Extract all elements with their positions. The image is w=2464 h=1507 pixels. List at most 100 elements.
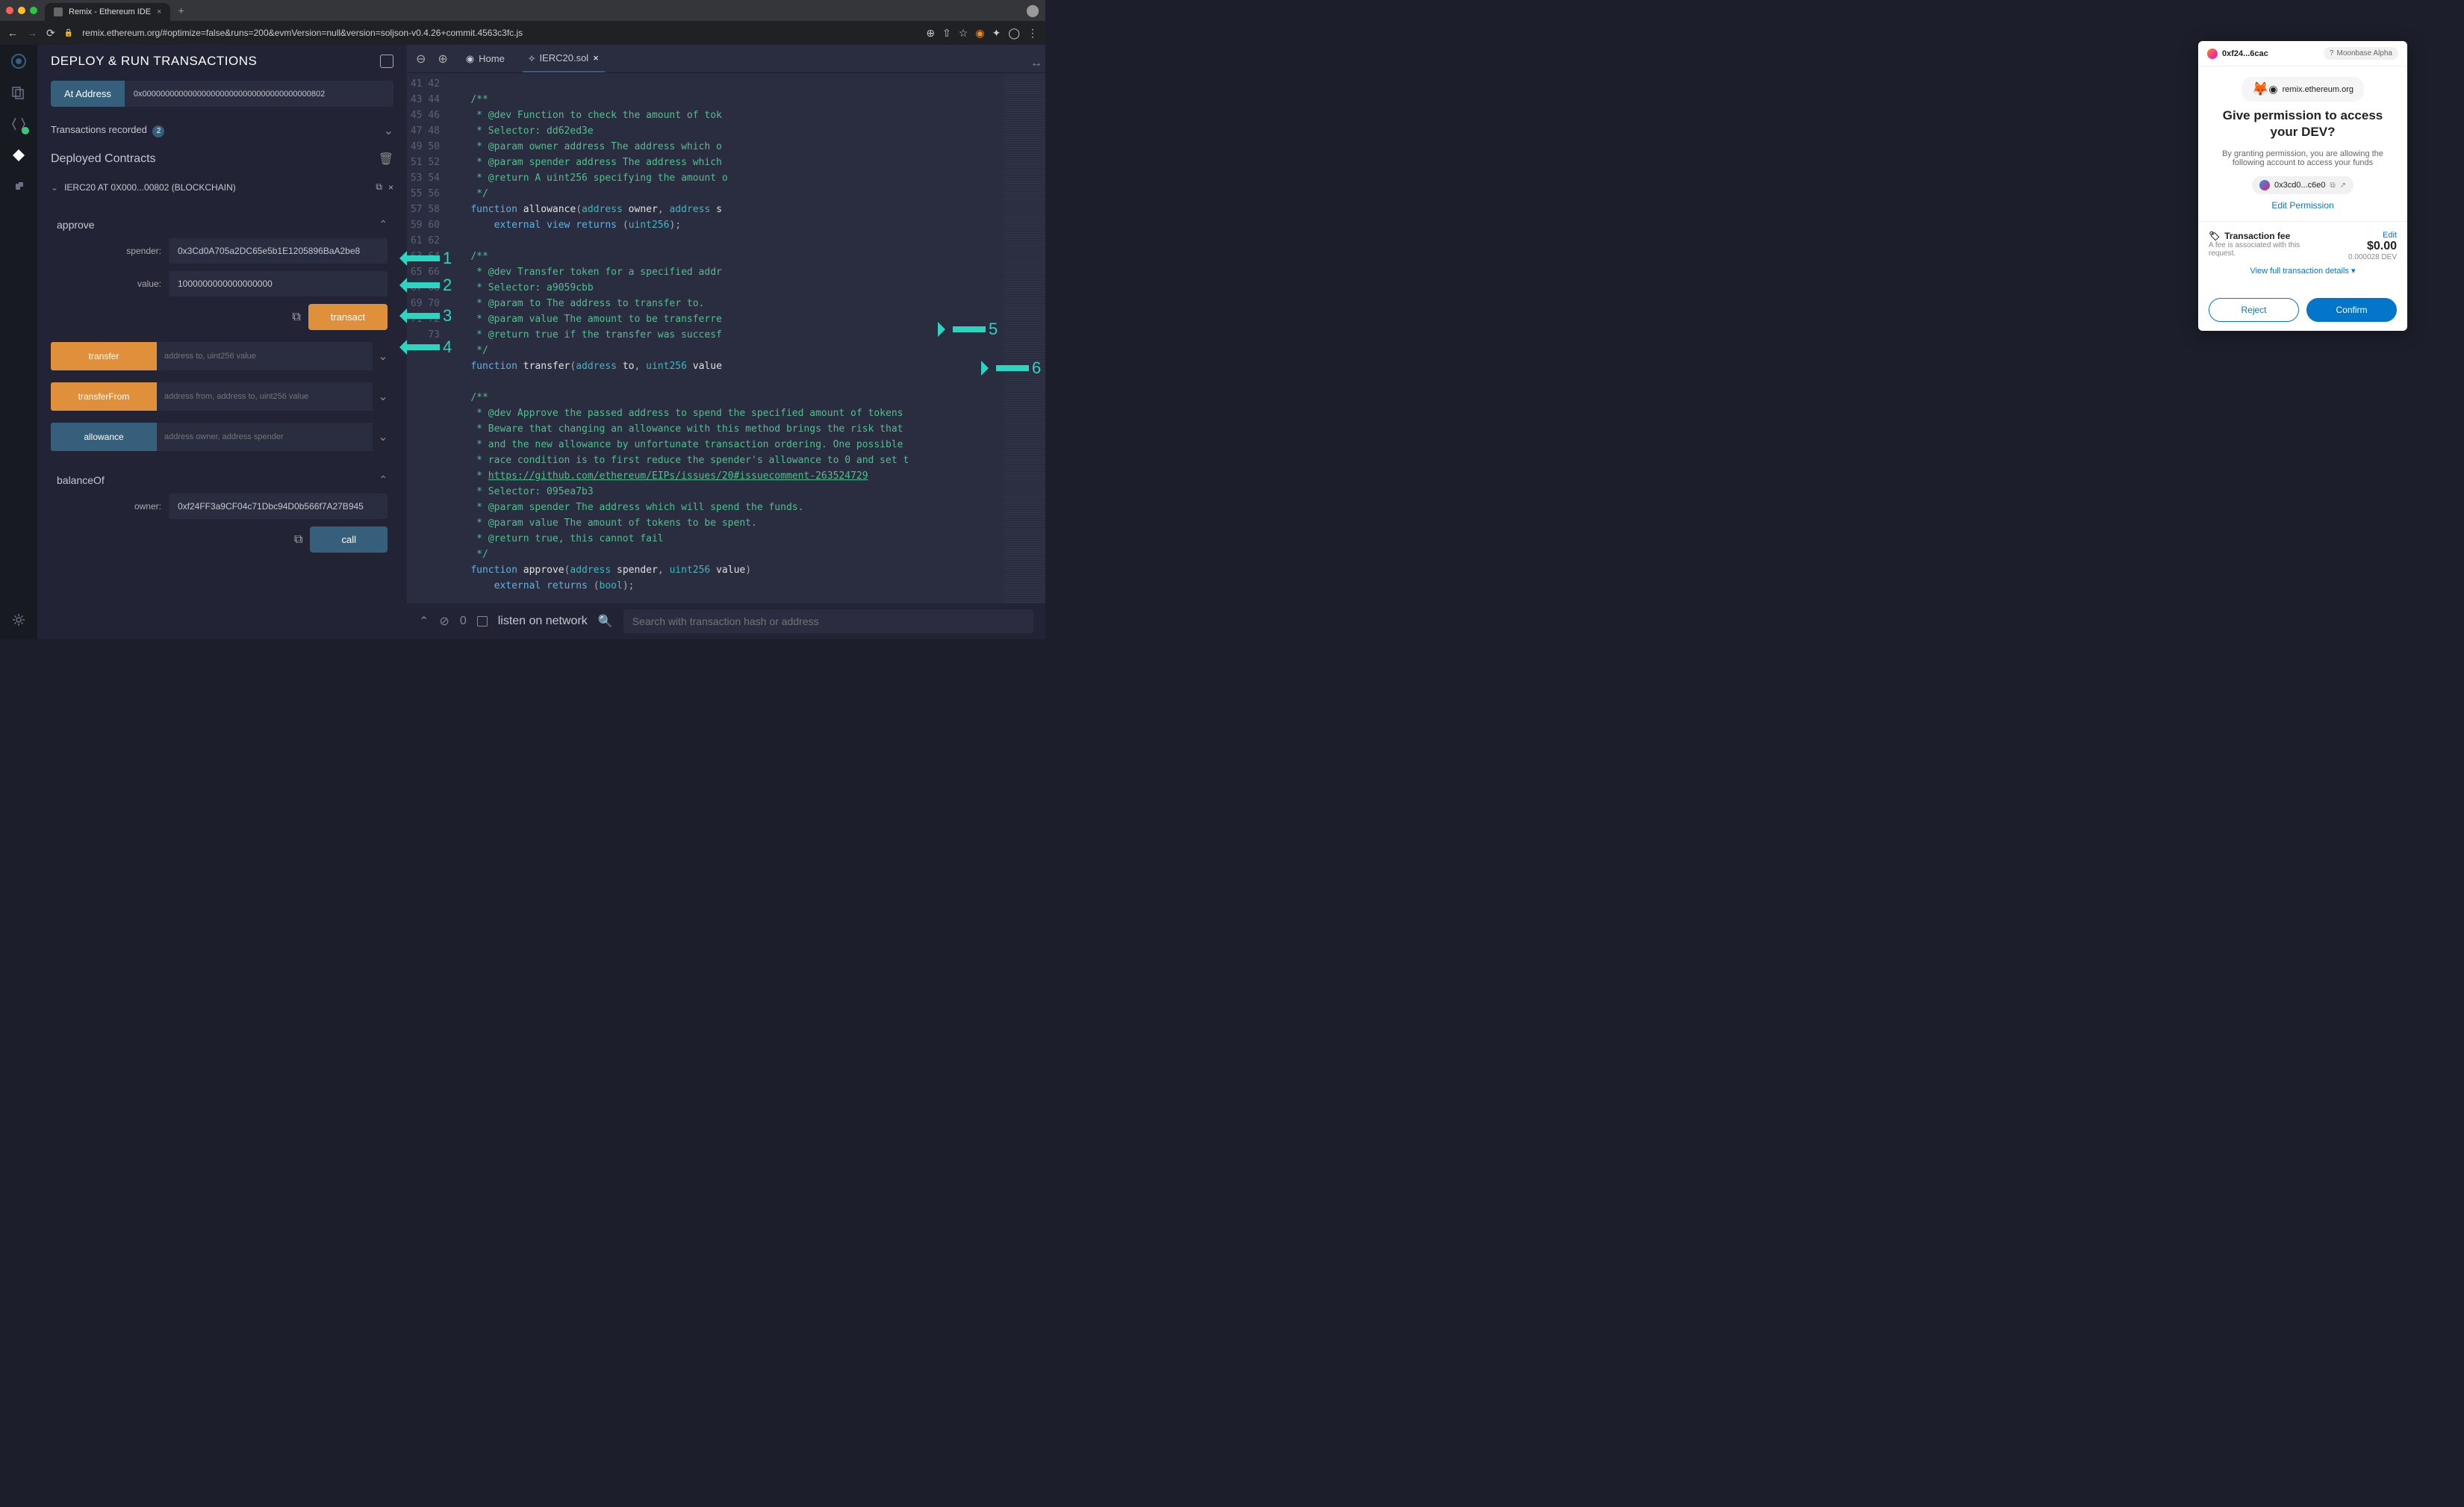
- home-tab[interactable]: ◉ Home: [460, 45, 511, 72]
- approve-header[interactable]: approve ⌃: [57, 211, 388, 238]
- menu-icon[interactable]: ⋮: [1027, 27, 1038, 40]
- terminal-collapse-icon[interactable]: ⌃: [419, 614, 429, 629]
- transferfrom-row: transferFrom ⌄: [51, 382, 393, 411]
- remix-logo-icon[interactable]: [10, 52, 28, 70]
- share-icon[interactable]: ⇧: [942, 27, 951, 40]
- allowance-button[interactable]: allowance: [51, 423, 157, 451]
- window-controls: [6, 7, 37, 14]
- minimize-window-icon[interactable]: [18, 7, 25, 14]
- browser-address-bar: ← → ⟳ 🔒 remix.ethereum.org/#optimize=fal…: [0, 21, 1045, 45]
- file-tab-label: IERC20.sol: [539, 52, 588, 63]
- plugin-icon[interactable]: [10, 178, 28, 196]
- panel-title: DEPLOY & RUN TRANSACTIONS: [51, 54, 257, 69]
- chevron-down-icon[interactable]: ⌄: [373, 342, 393, 370]
- copy-icon[interactable]: ⧉: [2330, 181, 2335, 190]
- copy-icon[interactable]: ⧉: [294, 533, 302, 547]
- mm-contract-pill[interactable]: 0x3cd0...c6e0 ⧉ ↗: [2252, 176, 2353, 194]
- compiler-icon[interactable]: [10, 115, 28, 133]
- at-address-input[interactable]: [125, 81, 393, 107]
- tab-close-icon[interactable]: ×: [157, 7, 161, 16]
- browser-tab[interactable]: Remix - Ethereum IDE ×: [45, 3, 170, 21]
- mm-permission-desc: By granting permission, you are allowing…: [2207, 146, 2398, 170]
- balanceof-owner-row: owner:: [57, 494, 388, 519]
- contract-name: IERC20 AT 0X000...00802 (BLOCKCHAIN): [64, 182, 370, 193]
- balanceof-header[interactable]: balanceOf ⌃: [57, 466, 388, 494]
- owner-input[interactable]: [169, 494, 388, 519]
- deploy-icon[interactable]: [10, 146, 28, 164]
- transferfrom-input[interactable]: [157, 382, 373, 411]
- copy-icon[interactable]: ⧉: [292, 311, 300, 324]
- mm-account-label: 0xf24...6cac: [2222, 49, 2268, 58]
- back-button[interactable]: ←: [7, 27, 18, 39]
- call-button[interactable]: call: [310, 526, 388, 553]
- callout-1: 1: [392, 249, 452, 268]
- zoom-out-icon[interactable]: ⊖: [416, 52, 426, 66]
- transfer-button[interactable]: transfer: [51, 342, 157, 370]
- listen-checkbox[interactable]: [477, 616, 488, 627]
- zoom-in-icon[interactable]: ⊕: [438, 52, 447, 66]
- zoom-icon[interactable]: ⊕: [926, 27, 935, 40]
- maximize-window-icon[interactable]: [30, 7, 37, 14]
- mm-fee-sub: 0.000028 DEV: [2348, 253, 2397, 261]
- chevron-down-icon[interactable]: ⌄: [373, 423, 393, 451]
- forward-button: →: [27, 27, 37, 39]
- file-explorer-icon[interactable]: [10, 84, 28, 102]
- panel-doc-icon[interactable]: [380, 55, 393, 68]
- at-address-button[interactable]: At Address: [51, 81, 125, 107]
- external-link-icon[interactable]: ↗: [2340, 181, 2346, 190]
- deploy-run-panel: DEPLOY & RUN TRANSACTIONS At Address Tra…: [37, 45, 407, 639]
- new-tab-button[interactable]: +: [178, 4, 184, 16]
- mm-fee-amount: $0.00: [2348, 240, 2397, 253]
- settings-icon[interactable]: [10, 611, 28, 629]
- code-minimap[interactable]: [1004, 73, 1045, 603]
- tx-recorded-row[interactable]: Transactions recorded 2 ⌄: [51, 117, 393, 144]
- chevron-up-icon[interactable]: ⌃: [379, 218, 388, 231]
- mm-contract-icon: [2259, 180, 2270, 190]
- lock-icon[interactable]: 🔒: [64, 29, 73, 37]
- chevron-up-icon[interactable]: ⌃: [379, 473, 388, 486]
- mm-fee-section: 🏷 Transaction fee A fee is associated wi…: [2198, 221, 2407, 289]
- search-icon[interactable]: 🔍: [598, 614, 613, 629]
- transfer-input[interactable]: [157, 342, 373, 370]
- mm-site-label: remix.ethereum.org: [2283, 85, 2353, 94]
- spender-input[interactable]: [169, 238, 388, 264]
- mm-fee-edit-link[interactable]: Edit: [2348, 231, 2397, 240]
- mm-view-details-link[interactable]: View full transaction details ▾: [2209, 261, 2397, 280]
- balanceof-function-block: balanceOf ⌃ owner: ⧉ call: [51, 466, 393, 553]
- value-input[interactable]: [169, 271, 388, 296]
- code-lines[interactable]: /** * @dev Function to check the amount …: [447, 73, 1004, 603]
- remove-contract-icon[interactable]: ×: [388, 182, 393, 193]
- browser-toolbar-icons: ⊕ ⇧ ☆ ◉ ✦ ◯ ⋮: [926, 27, 1038, 40]
- file-tab[interactable]: ⟡ IERC20.sol ×: [523, 45, 605, 72]
- url-text[interactable]: remix.ethereum.org/#optimize=false&runs=…: [82, 28, 917, 38]
- mm-network-badge[interactable]: ? Moonbase Alpha: [2324, 47, 2398, 60]
- bookmark-icon[interactable]: ☆: [959, 27, 968, 40]
- terminal-clear-icon[interactable]: ⊘: [439, 614, 449, 629]
- transact-button[interactable]: transact: [308, 304, 388, 330]
- compiler-success-badge-icon: [22, 127, 29, 134]
- trash-icon[interactable]: 🗑: [379, 152, 393, 167]
- chevron-down-icon[interactable]: ⌄: [384, 123, 393, 138]
- browser-tab-strip: Remix - Ethereum IDE × + ⬤: [0, 0, 1045, 21]
- extensions-icon[interactable]: ✦: [992, 27, 1001, 40]
- mm-edit-permission-link[interactable]: Edit Permission: [2271, 200, 2333, 211]
- at-address-row: At Address: [51, 81, 393, 107]
- transferfrom-button[interactable]: transferFrom: [51, 382, 157, 411]
- allowance-input[interactable]: [157, 423, 373, 451]
- profile-icon[interactable]: ◯: [1008, 27, 1020, 40]
- approve-value-row: value:: [57, 271, 388, 296]
- copy-icon[interactable]: ⧉: [376, 181, 382, 193]
- metamask-popup: 0xf24...6cac ? Moonbase Alpha 🦊 ◉ remix.…: [2198, 41, 2407, 331]
- mm-account[interactable]: 0xf24...6cac: [2207, 49, 2268, 59]
- chevron-down-icon[interactable]: ⌄: [373, 382, 393, 411]
- close-window-icon[interactable]: [6, 7, 13, 14]
- close-tab-icon[interactable]: ×: [593, 52, 599, 63]
- reload-button[interactable]: ⟳: [46, 27, 55, 40]
- chevron-down-icon[interactable]: ⌄: [51, 182, 58, 193]
- confirm-button[interactable]: Confirm: [2306, 298, 2397, 322]
- approve-action-row: ⧉ transact: [57, 304, 388, 330]
- reject-button[interactable]: Reject: [2209, 298, 2299, 322]
- expand-panel-icon[interactable]: ↔: [1030, 57, 1042, 70]
- metamask-ext-icon[interactable]: ◉: [975, 27, 984, 40]
- terminal-search-input[interactable]: [623, 609, 1033, 633]
